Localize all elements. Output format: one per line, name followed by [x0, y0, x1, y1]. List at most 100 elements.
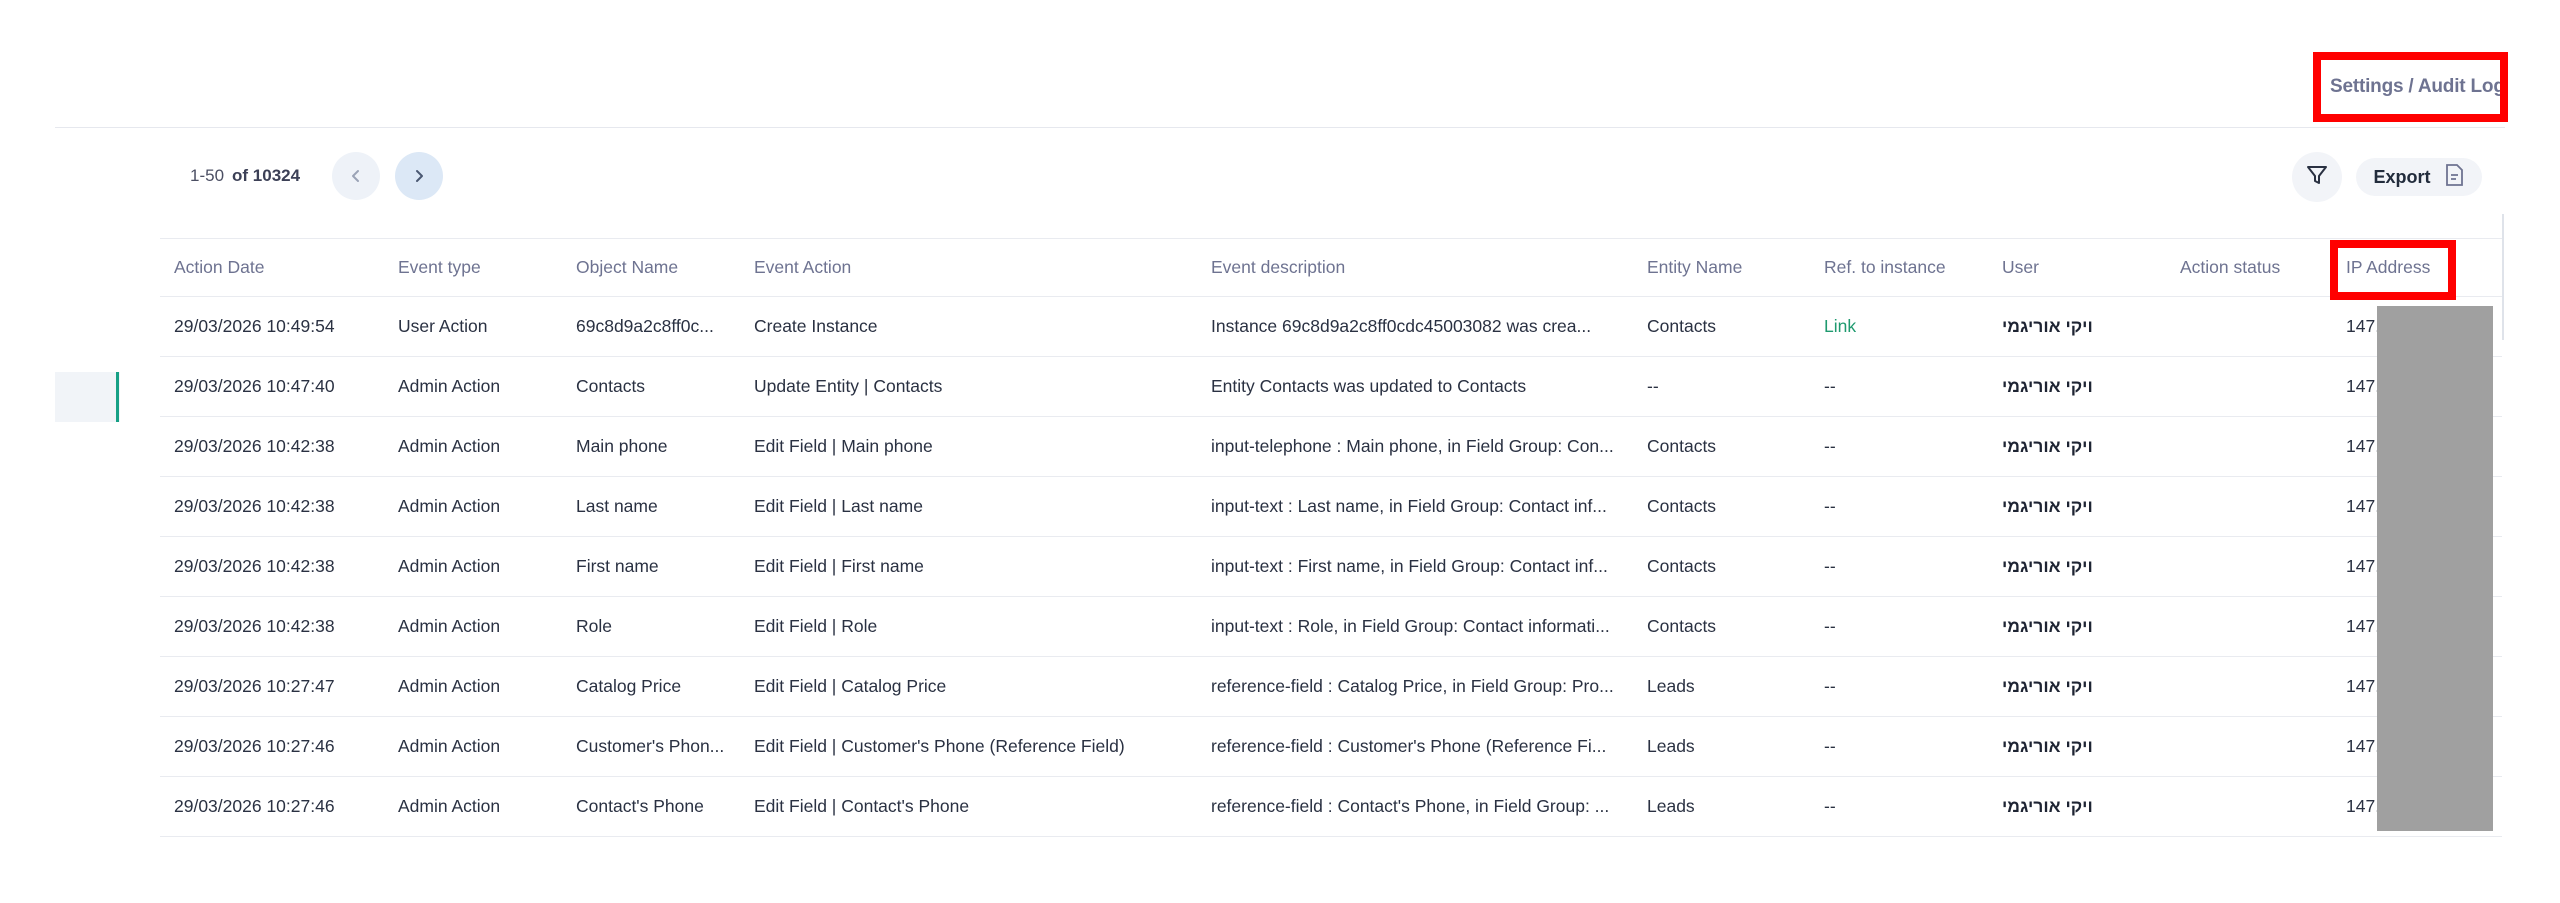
- export-label: Export: [2373, 166, 2431, 187]
- cell-event-type: Admin Action: [398, 796, 501, 816]
- table-row[interactable]: 29/03/2026 10:42:38 Admin Action First nam…: [160, 537, 2502, 597]
- cell-user: ויקי אוריגמי: [2002, 496, 2093, 516]
- pagination-range: 1-50: [190, 166, 225, 185]
- table-row[interactable]: 29/03/2026 10:27:46 Admin Action Contact's…: [160, 777, 2502, 837]
- cell-ref-to-instance: --: [1824, 676, 1836, 696]
- cell-object-name: Contacts: [576, 376, 646, 396]
- top-divider: [55, 127, 2505, 128]
- cell-user: ויקי אוריגמי: [2002, 676, 2093, 696]
- cell-user: ויקי אוריגמי: [2002, 556, 2093, 576]
- filter-icon: [2305, 163, 2329, 192]
- cell-object-name: Main phone: [576, 436, 668, 456]
- cell-entity-name: Contacts: [1647, 436, 1717, 456]
- cell-event-description: Instance 69c8d9a2c8ff0cdc45003082 was cr…: [1211, 316, 1592, 336]
- table-row[interactable]: 29/03/2026 10:47:40 Admin Action Contacts U…: [160, 357, 2502, 417]
- cell-ref-to-instance: --: [1824, 616, 1836, 636]
- cell-ref-to-instance: --: [1824, 556, 1836, 576]
- cell-action-date: 29/03/2026 10:42:38: [174, 436, 335, 456]
- table-body: 29/03/2026 10:49:54 User Action 69c8d9a2c8…: [160, 297, 2502, 837]
- export-file-icon: [2443, 163, 2465, 192]
- cell-event-type: Admin Action: [398, 496, 501, 516]
- column-header-user[interactable]: User: [2002, 239, 2039, 296]
- filter-button[interactable]: [2292, 152, 2342, 202]
- cell-ip-address: 147.: [2346, 316, 2381, 336]
- cell-user: ויקי אוריגמי: [2002, 316, 2093, 336]
- column-header-entity-name[interactable]: Entity Name: [1647, 239, 1742, 296]
- cell-action-date: 29/03/2026 10:27:46: [174, 736, 335, 756]
- cell-action-date: 29/03/2026 10:49:54: [174, 316, 335, 336]
- cell-object-name: First name: [576, 556, 659, 576]
- cell-ip-address: 147.: [2346, 376, 2381, 396]
- chevron-right-icon: [412, 163, 426, 189]
- top-bar: Settings / Audit Log: [0, 0, 2560, 128]
- cell-event-description: input-text : Last name, in Field Group: …: [1211, 496, 1607, 516]
- cell-ref-to-instance: --: [1824, 376, 1836, 396]
- cell-entity-name: Leads: [1647, 676, 1695, 696]
- pagination-total: of 10324: [232, 166, 301, 185]
- cell-event-action: Edit Field | Last name: [754, 496, 923, 516]
- cell-ip-address: 147.: [2346, 796, 2381, 816]
- cell-event-description: input-text : First name, in Field Group:…: [1211, 556, 1608, 576]
- next-page-button[interactable]: [395, 152, 443, 200]
- cell-entity-name: Contacts: [1647, 496, 1717, 516]
- cell-event-action: Create Instance: [754, 316, 878, 336]
- cell-object-name: Catalog Price: [576, 676, 682, 696]
- cell-ip-address: 147.: [2346, 676, 2381, 696]
- cell-event-action: Edit Field | First name: [754, 556, 924, 576]
- column-header-action-date[interactable]: Action Date: [174, 239, 264, 296]
- cell-object-name: Last name: [576, 496, 658, 516]
- ref-link[interactable]: Link: [1824, 297, 1856, 356]
- cell-ip-address: 147.: [2346, 496, 2381, 516]
- cell-event-type: Admin Action: [398, 676, 501, 696]
- cell-action-date: 29/03/2026 10:47:40: [174, 376, 335, 396]
- cell-event-action: Update Entity | Contacts: [754, 376, 943, 396]
- table-row[interactable]: 29/03/2026 10:42:38 Admin Action Last name…: [160, 477, 2502, 537]
- cell-entity-name: Contacts: [1647, 616, 1717, 636]
- cell-object-name: 69c8d9a2c8ff0c...: [576, 316, 714, 336]
- cell-action-date: 29/03/2026 10:42:38: [174, 616, 335, 636]
- column-header-event-action[interactable]: Event Action: [754, 239, 851, 296]
- cell-event-description: input-telephone : Main phone, in Field G…: [1211, 436, 1614, 456]
- table-row[interactable]: 29/03/2026 10:27:47 Admin Action Catalog P…: [160, 657, 2502, 717]
- cell-user: ויקי אוריגמי: [2002, 736, 2093, 756]
- cell-object-name: Contact's Phone: [576, 796, 704, 816]
- column-header-event-type[interactable]: Event type: [398, 239, 481, 296]
- cell-event-action: Edit Field | Main phone: [754, 436, 933, 456]
- pagination-info: 1-50 of 10324: [190, 160, 300, 192]
- cell-ip-address: 147.: [2346, 616, 2381, 636]
- cell-entity-name: Contacts: [1647, 556, 1717, 576]
- cell-action-date: 29/03/2026 10:27:46: [174, 796, 335, 816]
- table-row[interactable]: 29/03/2026 10:49:54 User Action 69c8d9a2c8…: [160, 297, 2502, 357]
- cell-event-type: Admin Action: [398, 616, 501, 636]
- cell-user: ויקי אוריגמי: [2002, 436, 2093, 456]
- audit-log-table: Action Date Event type Object Name Event…: [160, 238, 2502, 837]
- cell-ref-to-instance: --: [1824, 496, 1836, 516]
- cell-entity-name: Leads: [1647, 736, 1695, 756]
- cell-ref-to-instance: --: [1824, 796, 1836, 816]
- table-row[interactable]: 29/03/2026 10:42:38 Admin Action Main phon…: [160, 417, 2502, 477]
- export-button[interactable]: Export: [2356, 158, 2482, 196]
- cell-ip-address: 147.: [2346, 556, 2381, 576]
- breadcrumb[interactable]: Settings / Audit Log: [2330, 76, 2505, 98]
- previous-page-button[interactable]: [332, 152, 380, 200]
- table-row[interactable]: 29/03/2026 10:27:46 Admin Action Customer'…: [160, 717, 2502, 777]
- cell-object-name: Customer's Phon...: [576, 736, 725, 756]
- cell-object-name: Role: [576, 616, 612, 636]
- column-header-event-description[interactable]: Event description: [1211, 239, 1345, 296]
- cell-entity-name: --: [1647, 376, 1659, 396]
- cell-ref-to-instance: --: [1824, 736, 1836, 756]
- column-header-action-status[interactable]: Action status: [2180, 239, 2280, 296]
- table-header-row: Action Date Event type Object Name Event…: [160, 238, 2502, 297]
- cell-event-description: reference-field : Contact's Phone, in Fi…: [1211, 796, 1610, 816]
- cell-event-description: reference-field : Customer's Phone (Refe…: [1211, 736, 1607, 756]
- column-header-object-name[interactable]: Object Name: [576, 239, 678, 296]
- column-header-ip-address[interactable]: IP Address: [2346, 239, 2430, 296]
- sidebar-active-item[interactable]: [55, 372, 120, 422]
- chevron-left-icon: [349, 163, 363, 189]
- column-header-ref-to-instance[interactable]: Ref. to instance: [1824, 239, 1946, 296]
- cell-event-action: Edit Field | Customer's Phone (Reference…: [754, 736, 1125, 756]
- table-row[interactable]: 29/03/2026 10:42:38 Admin Action Role Edit …: [160, 597, 2502, 657]
- cell-event-action: Edit Field | Catalog Price: [754, 676, 947, 696]
- scrollbar-track[interactable]: [2502, 214, 2504, 340]
- cell-ref-to-instance: --: [1824, 436, 1836, 456]
